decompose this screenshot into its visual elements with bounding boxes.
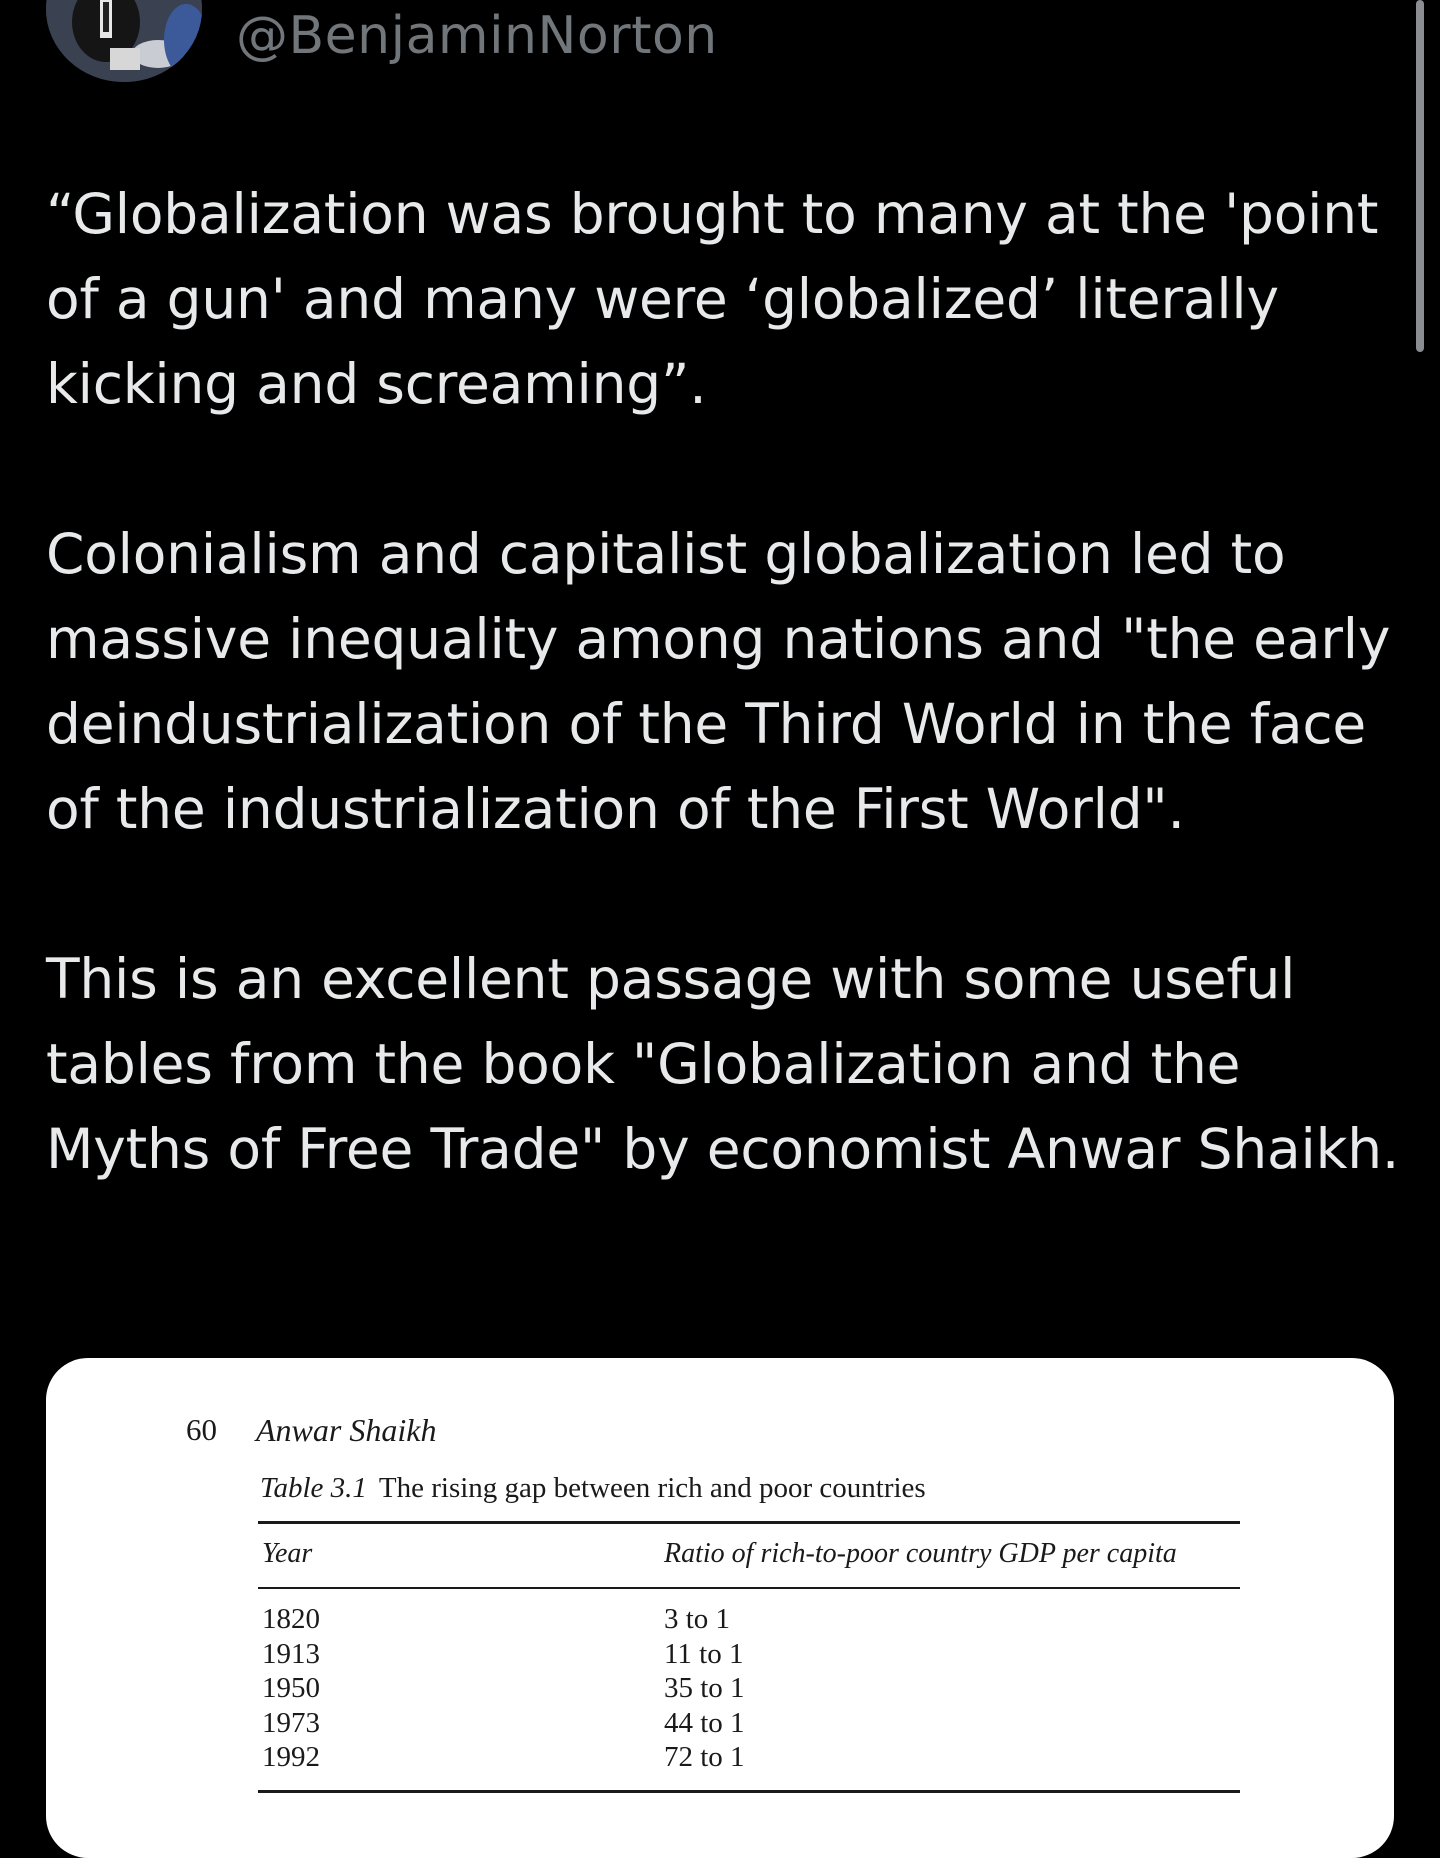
tweet-paragraph: Colonialism and capitalist globalization… <box>46 522 1391 841</box>
table-cell-ratio: 72 to 1 <box>664 1741 745 1773</box>
table-cell-year: 1973 <box>262 1706 320 1739</box>
tweet-paragraph: This is an excellent passage with some u… <box>46 947 1400 1181</box>
table-cell-ratio: 35 to 1 <box>664 1672 745 1704</box>
table-cell-ratio: 44 to 1 <box>664 1706 745 1739</box>
table-header-rule <box>258 1587 1240 1589</box>
table-row: 1992 72 to 1 <box>262 1740 1242 1775</box>
book-page-number: 60 <box>186 1412 217 1447</box>
profile-photo-icon <box>46 0 202 82</box>
scrollbar[interactable] <box>1416 0 1424 352</box>
table-bottom-rule <box>258 1790 1240 1793</box>
table-cell-ratio: 3 to 1 <box>664 1603 731 1635</box>
table-column-header-ratio: Ratio of rich-to-poor country GDP per ca… <box>664 1538 1177 1569</box>
avatar[interactable] <box>46 0 202 82</box>
table-row: 1820 3 to 1 <box>262 1602 1242 1637</box>
author-handle[interactable]: @BenjaminNorton <box>236 6 718 66</box>
table-cell-year: 1913 <box>262 1637 320 1670</box>
table-cell-ratio: 11 to 1 <box>664 1637 744 1670</box>
table-cell-year: 1820 <box>262 1603 320 1635</box>
table-column-header-year: Year <box>262 1538 313 1569</box>
table-row: 1950 35 to 1 <box>262 1671 1242 1706</box>
table-cell-year: 1992 <box>262 1741 320 1773</box>
tweet-paragraph: “Globalization was brought to many at th… <box>46 182 1379 416</box>
book-running-head: Anwar Shaikh <box>256 1412 437 1448</box>
table-caption: Table 3.1 The rising gap between rich and… <box>260 1472 926 1505</box>
table-label: Table 3.1 <box>260 1472 367 1504</box>
table-row: 1973 44 to 1 <box>262 1706 1242 1741</box>
table-row: 1913 11 to 1 <box>262 1637 1242 1672</box>
table-title: The rising gap between rich and poor cou… <box>378 1472 926 1504</box>
table-cell-year: 1950 <box>262 1672 320 1704</box>
table-body: 1820 3 to 1 1913 11 to 1 1950 35 to 1 19… <box>262 1602 1242 1775</box>
tweet-text: “Globalization was brought to many at th… <box>46 172 1406 1277</box>
tweet-media-image[interactable]: 60 Anwar Shaikh Table 3.1 The rising gap … <box>46 1358 1394 1858</box>
table-top-rule <box>258 1521 1240 1524</box>
